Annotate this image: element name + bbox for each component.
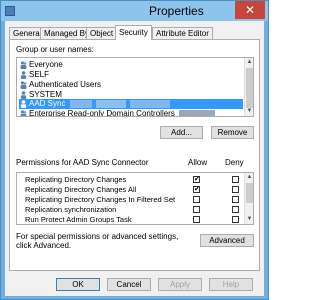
permissions-scrollbar[interactable]: ▲ ▼	[244, 173, 253, 224]
tab-attribute-editor[interactable]: Attribute Editor	[152, 27, 213, 39]
permission-name: Replicating Directory Changes In Filtere…	[25, 195, 176, 204]
tab-object[interactable]: Object	[86, 27, 118, 39]
group-icon	[20, 110, 27, 116]
scroll-thumb[interactable]	[246, 183, 253, 203]
user-icon	[20, 91, 27, 99]
apply-button[interactable]: Apply	[158, 278, 202, 291]
permission-name: Replication synchronization	[25, 205, 117, 214]
allow-checkbox[interactable]	[193, 216, 200, 223]
redacted-text	[95, 99, 126, 108]
allow-checkbox[interactable]	[193, 206, 200, 213]
permission-name: Replicating Directory Changes All	[25, 185, 137, 194]
deny-checkbox[interactable]	[232, 176, 239, 183]
cancel-button[interactable]: Cancel	[107, 278, 151, 291]
redacted-text	[69, 99, 92, 108]
permissions-header: Permissions for AAD Sync Connector	[16, 158, 149, 167]
user-icon	[20, 100, 27, 108]
list-item-enterprise-rodc[interactable]: Enterprise Read-only Domain Controllers	[19, 109, 243, 117]
security-tab-panel: Group or user names: Everyone SELF Authe…	[9, 39, 260, 271]
list-item-authenticated-users[interactable]: Authenticated Users	[19, 80, 243, 90]
special-permissions-note: For special permissions or advanced sett…	[16, 232, 179, 250]
deny-checkbox[interactable]	[232, 186, 239, 193]
permission-name: Replicating Directory Changes	[25, 175, 127, 184]
add-button[interactable]: Add...	[160, 126, 203, 139]
deny-checkbox[interactable]	[232, 216, 239, 223]
scroll-down-icon[interactable]: ▼	[246, 108, 253, 115]
permission-name: Run Protect Admin Groups Task	[25, 215, 132, 224]
scroll-up-icon[interactable]: ▲	[246, 59, 253, 66]
title-bar: Properties ✕	[1, 1, 268, 21]
list-item-aad-sync[interactable]: AAD Sync	[19, 99, 243, 109]
deny-checkbox[interactable]	[232, 206, 239, 213]
user-icon	[20, 71, 27, 79]
list-item-everyone[interactable]: Everyone	[19, 60, 243, 70]
permission-row: Replication synchronization	[17, 205, 246, 214]
scroll-up-icon[interactable]: ▲	[246, 174, 253, 181]
permission-row: Run Protect Admin Groups Task	[17, 215, 246, 224]
user-name: Enterprise Read-only Domain Controllers	[29, 109, 175, 117]
user-name: Everyone	[29, 60, 63, 69]
user-name: SELF	[29, 70, 50, 79]
permissions-list: Replicating Directory Changes ✔ Replicat…	[16, 172, 254, 225]
users-listbox[interactable]: Everyone SELF Authenticated Users SYSTEM…	[16, 57, 254, 117]
permission-row: Replicating Directory Changes In Filtere…	[17, 195, 246, 204]
group-icon	[20, 81, 27, 89]
help-button[interactable]: Help	[209, 278, 253, 291]
permission-row: Replicating Directory Changes All ✔	[17, 185, 246, 194]
dialog-body: General Managed By Object Security Attri…	[5, 21, 264, 296]
user-name: AAD Sync	[29, 99, 66, 108]
properties-window: Properties ✕ General Managed By Object S…	[0, 0, 269, 300]
remove-button[interactable]: Remove	[211, 126, 254, 139]
app-icon	[5, 6, 15, 16]
user-name: Authenticated Users	[29, 80, 102, 89]
deny-checkbox[interactable]	[232, 196, 239, 203]
window-title: Properties	[149, 4, 204, 18]
group-users-label: Group or user names:	[16, 45, 94, 54]
tab-managed-by[interactable]: Managed By	[40, 27, 93, 39]
user-name: SYSTEM	[29, 90, 62, 99]
ok-button[interactable]: OK	[56, 278, 100, 291]
redacted-text	[130, 99, 171, 108]
scroll-thumb[interactable]	[246, 68, 253, 108]
users-scrollbar[interactable]: ▲ ▼	[244, 58, 253, 116]
redacted-text	[179, 109, 216, 116]
group-icon	[20, 61, 27, 69]
allow-column-header: Allow	[188, 158, 208, 167]
scroll-down-icon[interactable]: ▼	[246, 216, 253, 223]
tab-security[interactable]: Security	[115, 25, 152, 40]
permission-row: Replicating Directory Changes ✔	[17, 175, 246, 184]
allow-checkbox[interactable]	[193, 196, 200, 203]
allow-checkbox[interactable]: ✔	[193, 176, 200, 183]
allow-checkbox[interactable]: ✔	[193, 186, 200, 193]
close-button[interactable]: ✕	[235, 1, 265, 19]
list-item-self[interactable]: SELF	[19, 70, 243, 80]
advanced-button[interactable]: Advanced	[200, 234, 254, 247]
deny-column-header: Deny	[225, 158, 244, 167]
